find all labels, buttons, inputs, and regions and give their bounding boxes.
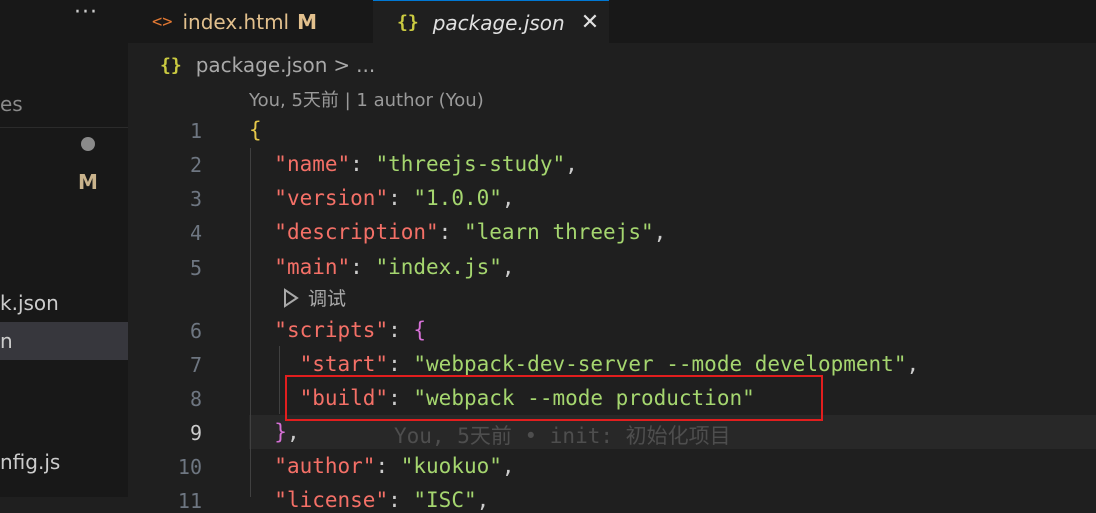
json-key: "version": [274, 186, 389, 210]
tab-package-json[interactable]: {} package.json ✕: [373, 0, 609, 44]
sidebar-item-active[interactable]: n: [0, 322, 128, 360]
close-brace: }: [274, 420, 287, 444]
tab-label: index.html: [182, 9, 290, 34]
code-line-9[interactable]: },: [249, 420, 299, 444]
html-file-icon: <>: [152, 11, 173, 32]
line-number: 6: [189, 319, 202, 343]
chevron-right-icon: >: [333, 53, 351, 77]
json-key: "scripts": [274, 318, 389, 342]
line-number: 2: [189, 153, 202, 177]
json-value: "learn threejs": [463, 220, 654, 244]
json-value: "threejs-study": [375, 152, 566, 176]
open-brace: {: [413, 318, 427, 342]
sidebar-item-label: k.json: [0, 291, 59, 315]
play-icon: [284, 287, 299, 308]
code-line-5[interactable]: "main": "index.js",: [249, 255, 514, 279]
line-number-active: 9: [189, 421, 202, 445]
modified-badge: M: [78, 170, 98, 194]
code-line-10[interactable]: "author": "kuokuo",: [249, 454, 514, 478]
line-number: 7: [189, 353, 202, 377]
breadcrumb-more[interactable]: ...: [356, 53, 375, 77]
json-value: "index.js": [375, 255, 502, 279]
code-line-6[interactable]: "scripts": {: [249, 318, 426, 342]
more-actions-icon[interactable]: ···: [74, 0, 98, 43]
json-key: "main": [274, 255, 351, 279]
code-line-7[interactable]: "start": "webpack-dev-server --mode deve…: [249, 352, 920, 376]
debug-codelens[interactable]: 调试: [282, 284, 346, 311]
sidebar-item-label: nfig.js: [0, 450, 61, 474]
line-number: 11: [177, 489, 202, 513]
inline-git-blame: You, 5天前 • init: 初始化项目: [394, 424, 731, 448]
json-value: "webpack-dev-server --mode development": [413, 352, 907, 376]
modified-badge: M: [297, 9, 318, 34]
breadcrumb-file[interactable]: package.json: [196, 53, 328, 77]
line-number: 1: [189, 119, 202, 143]
tab-bar: ··· <> index.html M {} package.json ✕: [0, 0, 1096, 44]
code-line-2[interactable]: "name": "threejs-study",: [249, 152, 577, 176]
close-icon[interactable]: ✕: [581, 10, 599, 35]
code-line-4[interactable]: "description": "learn threejs",: [249, 220, 666, 244]
sidebar-item-json[interactable]: k.json: [0, 284, 128, 322]
line-number: 4: [189, 221, 202, 245]
tab-index-html[interactable]: <> index.html M: [138, 0, 372, 43]
json-key: "author": [274, 454, 376, 478]
code-line-1[interactable]: {: [249, 118, 262, 142]
sidebar-section-label: es: [0, 92, 23, 116]
line-number: 10: [177, 455, 202, 479]
open-brace: {: [249, 118, 262, 142]
unsaved-dot-icon: [81, 137, 95, 151]
json-key: "start": [299, 352, 389, 376]
line-number: 5: [189, 256, 202, 280]
divider: [0, 127, 128, 128]
json-key: "license": [274, 488, 389, 512]
json-file-icon: {}: [397, 12, 419, 33]
codelens-label: 调试: [308, 288, 347, 310]
json-value: "ISC": [413, 488, 477, 512]
json-value: "1.0.0": [413, 186, 502, 210]
sidebar-item-label: n: [0, 329, 13, 353]
json-value: "kuokuo": [400, 454, 502, 478]
sidebar-item-config[interactable]: nfig.js: [0, 443, 128, 481]
tab-label: package.json: [432, 10, 565, 35]
line-number: 3: [189, 187, 202, 211]
json-file-icon: {}: [160, 54, 182, 76]
annotation-highlight-box: [285, 375, 823, 421]
git-blame-header[interactable]: You, 5天前 | 1 author (You): [249, 86, 484, 112]
breadcrumb: {} package.json > ...: [160, 49, 375, 81]
line-number: 8: [189, 387, 202, 411]
json-key: "name": [274, 152, 351, 176]
json-key: "description": [274, 220, 439, 244]
code-line-11[interactable]: "license": "ISC",: [249, 488, 489, 512]
code-line-3[interactable]: "version": "1.0.0",: [249, 186, 514, 210]
